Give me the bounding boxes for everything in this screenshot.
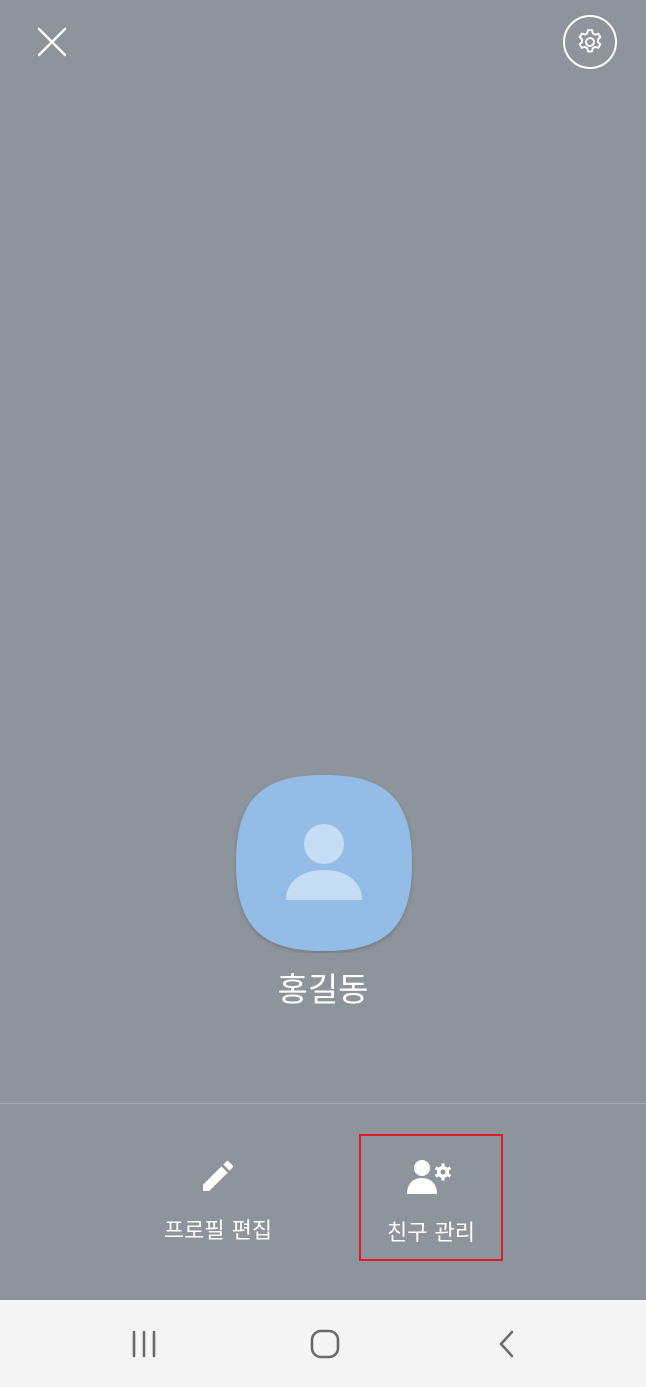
edit-profile-label: 프로필 편집 bbox=[163, 1219, 273, 1244]
system-nav-bar bbox=[0, 1300, 646, 1387]
manage-friends-button[interactable]: 친구 관리 bbox=[359, 1134, 503, 1261]
user-settings-icon bbox=[407, 1160, 452, 1194]
back-icon bbox=[499, 1330, 514, 1358]
profile-name: 홍길동 bbox=[277, 970, 369, 1009]
person-icon bbox=[286, 824, 362, 900]
manage-friends-label: 친구 관리 bbox=[387, 1221, 475, 1246]
profile-screen: 홍길동 프로필 편집 친구 관리 bbox=[0, 0, 646, 1387]
close-button[interactable] bbox=[22, 12, 82, 72]
back-button[interactable] bbox=[477, 1314, 537, 1374]
edit-profile-button[interactable]: 프로필 편집 bbox=[146, 1134, 290, 1261]
home-icon bbox=[310, 1329, 340, 1359]
home-button[interactable] bbox=[295, 1314, 355, 1374]
pencil-icon bbox=[203, 1160, 234, 1191]
recent-apps-icon bbox=[132, 1330, 156, 1358]
divider bbox=[0, 1103, 646, 1104]
settings-button[interactable] bbox=[563, 15, 617, 69]
gear-icon bbox=[578, 29, 602, 53]
profile-avatar[interactable] bbox=[234, 773, 414, 953]
close-icon bbox=[37, 27, 67, 57]
recent-apps-button[interactable] bbox=[114, 1314, 174, 1374]
